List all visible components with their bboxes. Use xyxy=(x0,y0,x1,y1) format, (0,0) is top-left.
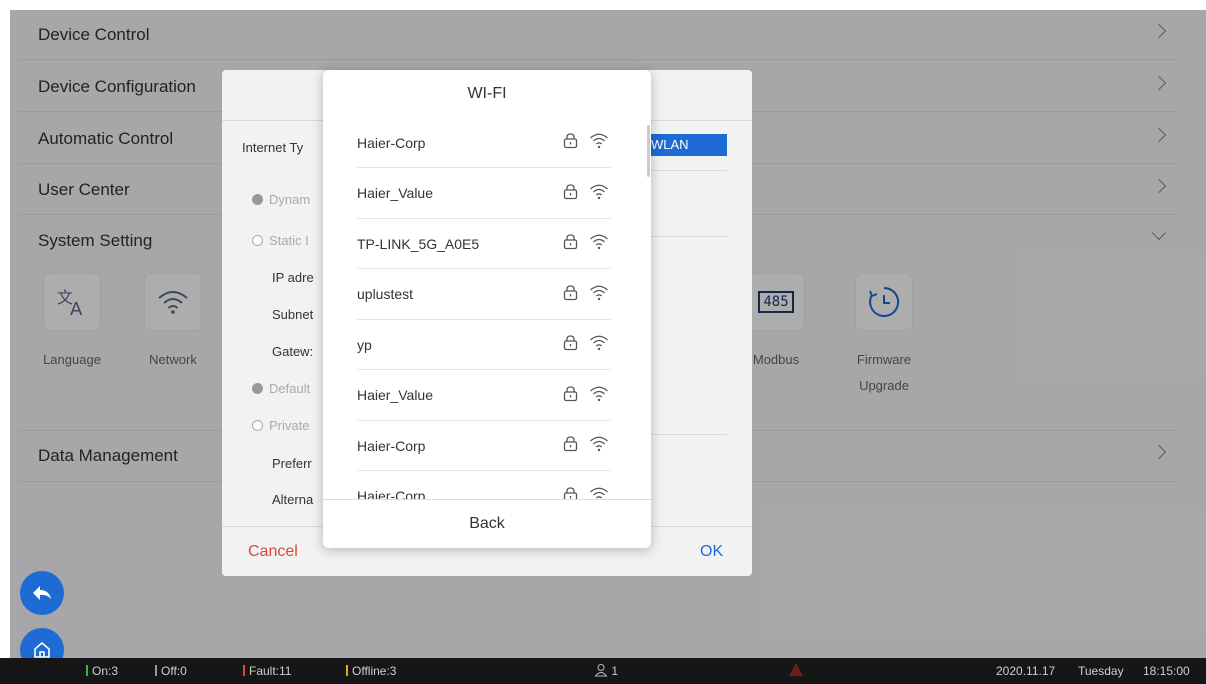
alternate-dns-label: Alterna xyxy=(272,492,314,507)
wifi-ssid: Haier-Corp xyxy=(357,134,426,151)
wifi-network-item[interactable]: Haier-Corp xyxy=(357,472,611,499)
wifi-modal-title: WI-FI xyxy=(467,85,507,102)
wifi-network-item[interactable]: Haier-Corp xyxy=(357,421,611,471)
wifi-ssid: Haier_Value xyxy=(357,387,434,403)
cancel-button[interactable]: Cancel xyxy=(248,543,298,561)
wifi-icon xyxy=(590,184,608,199)
wifi-status-icons xyxy=(562,334,609,351)
user-icon xyxy=(594,664,608,677)
wifi-icon xyxy=(590,234,608,250)
wifi-ssid: Haier-Corp xyxy=(357,488,426,499)
wifi-status-icons xyxy=(562,385,609,402)
divider xyxy=(647,236,727,237)
wifi-status-icons xyxy=(562,284,609,301)
dynamic-label: Dynam xyxy=(269,192,311,207)
preferred-dns-label: Preferr xyxy=(272,456,312,471)
internet-type-label: Internet Ty xyxy=(242,140,304,155)
radio-dot xyxy=(252,383,263,394)
wifi-icon xyxy=(590,436,608,452)
wifi-status-icons xyxy=(562,233,609,250)
radio-dot xyxy=(252,420,263,431)
weekday-text: Tuesday xyxy=(1078,664,1124,678)
back-button[interactable]: Back xyxy=(323,499,651,548)
wifi-modal: WI-FI Haier-Corp Haier_Value TP-LINK_5G_A0… xyxy=(323,70,651,548)
wifi-network-item[interactable]: Haier-Corp xyxy=(357,118,611,168)
home-icon xyxy=(34,641,50,658)
default-label: Default xyxy=(269,381,311,396)
ok-button[interactable]: OK xyxy=(700,543,723,561)
wifi-ssid: Haier_Value xyxy=(357,185,434,201)
wifi-icon xyxy=(590,335,608,351)
offline-count: Offline:3 xyxy=(346,664,396,678)
lock-icon xyxy=(563,436,578,452)
wifi-ssid: Haier-Corp xyxy=(357,437,426,454)
off-count: Off:0 xyxy=(155,664,187,678)
dynamic-radio[interactable]: Dynam xyxy=(252,192,310,207)
time-text: 18:15:00 xyxy=(1143,664,1190,678)
lock-icon xyxy=(563,385,578,401)
back-fab[interactable] xyxy=(20,571,64,615)
wifi-status-icons xyxy=(562,486,609,499)
subnet-label: Subnet xyxy=(272,307,314,322)
lock-icon xyxy=(563,234,578,250)
default-dns-radio[interactable]: Default xyxy=(252,381,310,396)
users-indicator: 1 xyxy=(594,663,618,678)
divider xyxy=(647,170,727,171)
lock-icon xyxy=(563,284,578,300)
private-label: Private xyxy=(269,418,310,433)
warning-icon xyxy=(789,663,803,676)
wifi-ssid: TP-LINK_5G_A0E5 xyxy=(357,235,480,252)
wifi-icon xyxy=(590,487,608,499)
wifi-status-icons xyxy=(562,132,609,149)
wifi-network-item[interactable]: TP-LINK_5G_A0E5 xyxy=(357,219,611,269)
wifi-ssid: uplustest xyxy=(357,286,414,302)
radio-dot xyxy=(252,194,263,205)
divider xyxy=(647,434,727,435)
lock-icon xyxy=(563,183,578,199)
wifi-network-item[interactable]: Haier_Value xyxy=(357,169,611,219)
wifi-network-item[interactable]: Haier_Value xyxy=(357,371,611,421)
wifi-network-item[interactable]: yp xyxy=(357,320,611,370)
wifi-icon xyxy=(590,285,608,300)
gateway-label: Gatew: xyxy=(272,344,314,359)
wifi-network-item[interactable]: uplustest xyxy=(357,270,611,320)
scrollbar[interactable] xyxy=(647,125,650,177)
wifi-icon xyxy=(590,386,608,401)
date-text: 2020.11.17 xyxy=(996,664,1056,678)
wifi-status-icons xyxy=(562,435,609,452)
status-bar: On:3 Off:0 Fault:11 Offline:3 1 2020.11.… xyxy=(0,658,1206,684)
on-count: On:3 xyxy=(86,664,118,678)
wifi-network-list: Haier-Corp Haier_Value TP-LINK_5G_A0E5uplu… xyxy=(323,118,651,499)
lock-icon xyxy=(563,133,578,149)
app-frame: Device Control Device Configuration Auto… xyxy=(10,10,1206,658)
private-dns-radio[interactable]: Private xyxy=(252,418,309,433)
wifi-status-icons xyxy=(562,183,609,200)
alarm-indicator[interactable] xyxy=(788,662,804,680)
lock-icon xyxy=(563,335,578,351)
lock-icon xyxy=(563,486,578,499)
ip-address-label: IP adre xyxy=(272,270,314,285)
static-label: Static I xyxy=(269,233,309,248)
wifi-icon xyxy=(590,133,608,149)
back-arrow-icon xyxy=(33,586,51,600)
wifi-ssid: yp xyxy=(357,336,372,353)
radio-dot xyxy=(252,235,263,246)
fault-count: Fault:11 xyxy=(243,664,291,678)
internet-type-select[interactable]: WLAN xyxy=(647,134,727,156)
static-radio[interactable]: Static I xyxy=(252,233,309,248)
